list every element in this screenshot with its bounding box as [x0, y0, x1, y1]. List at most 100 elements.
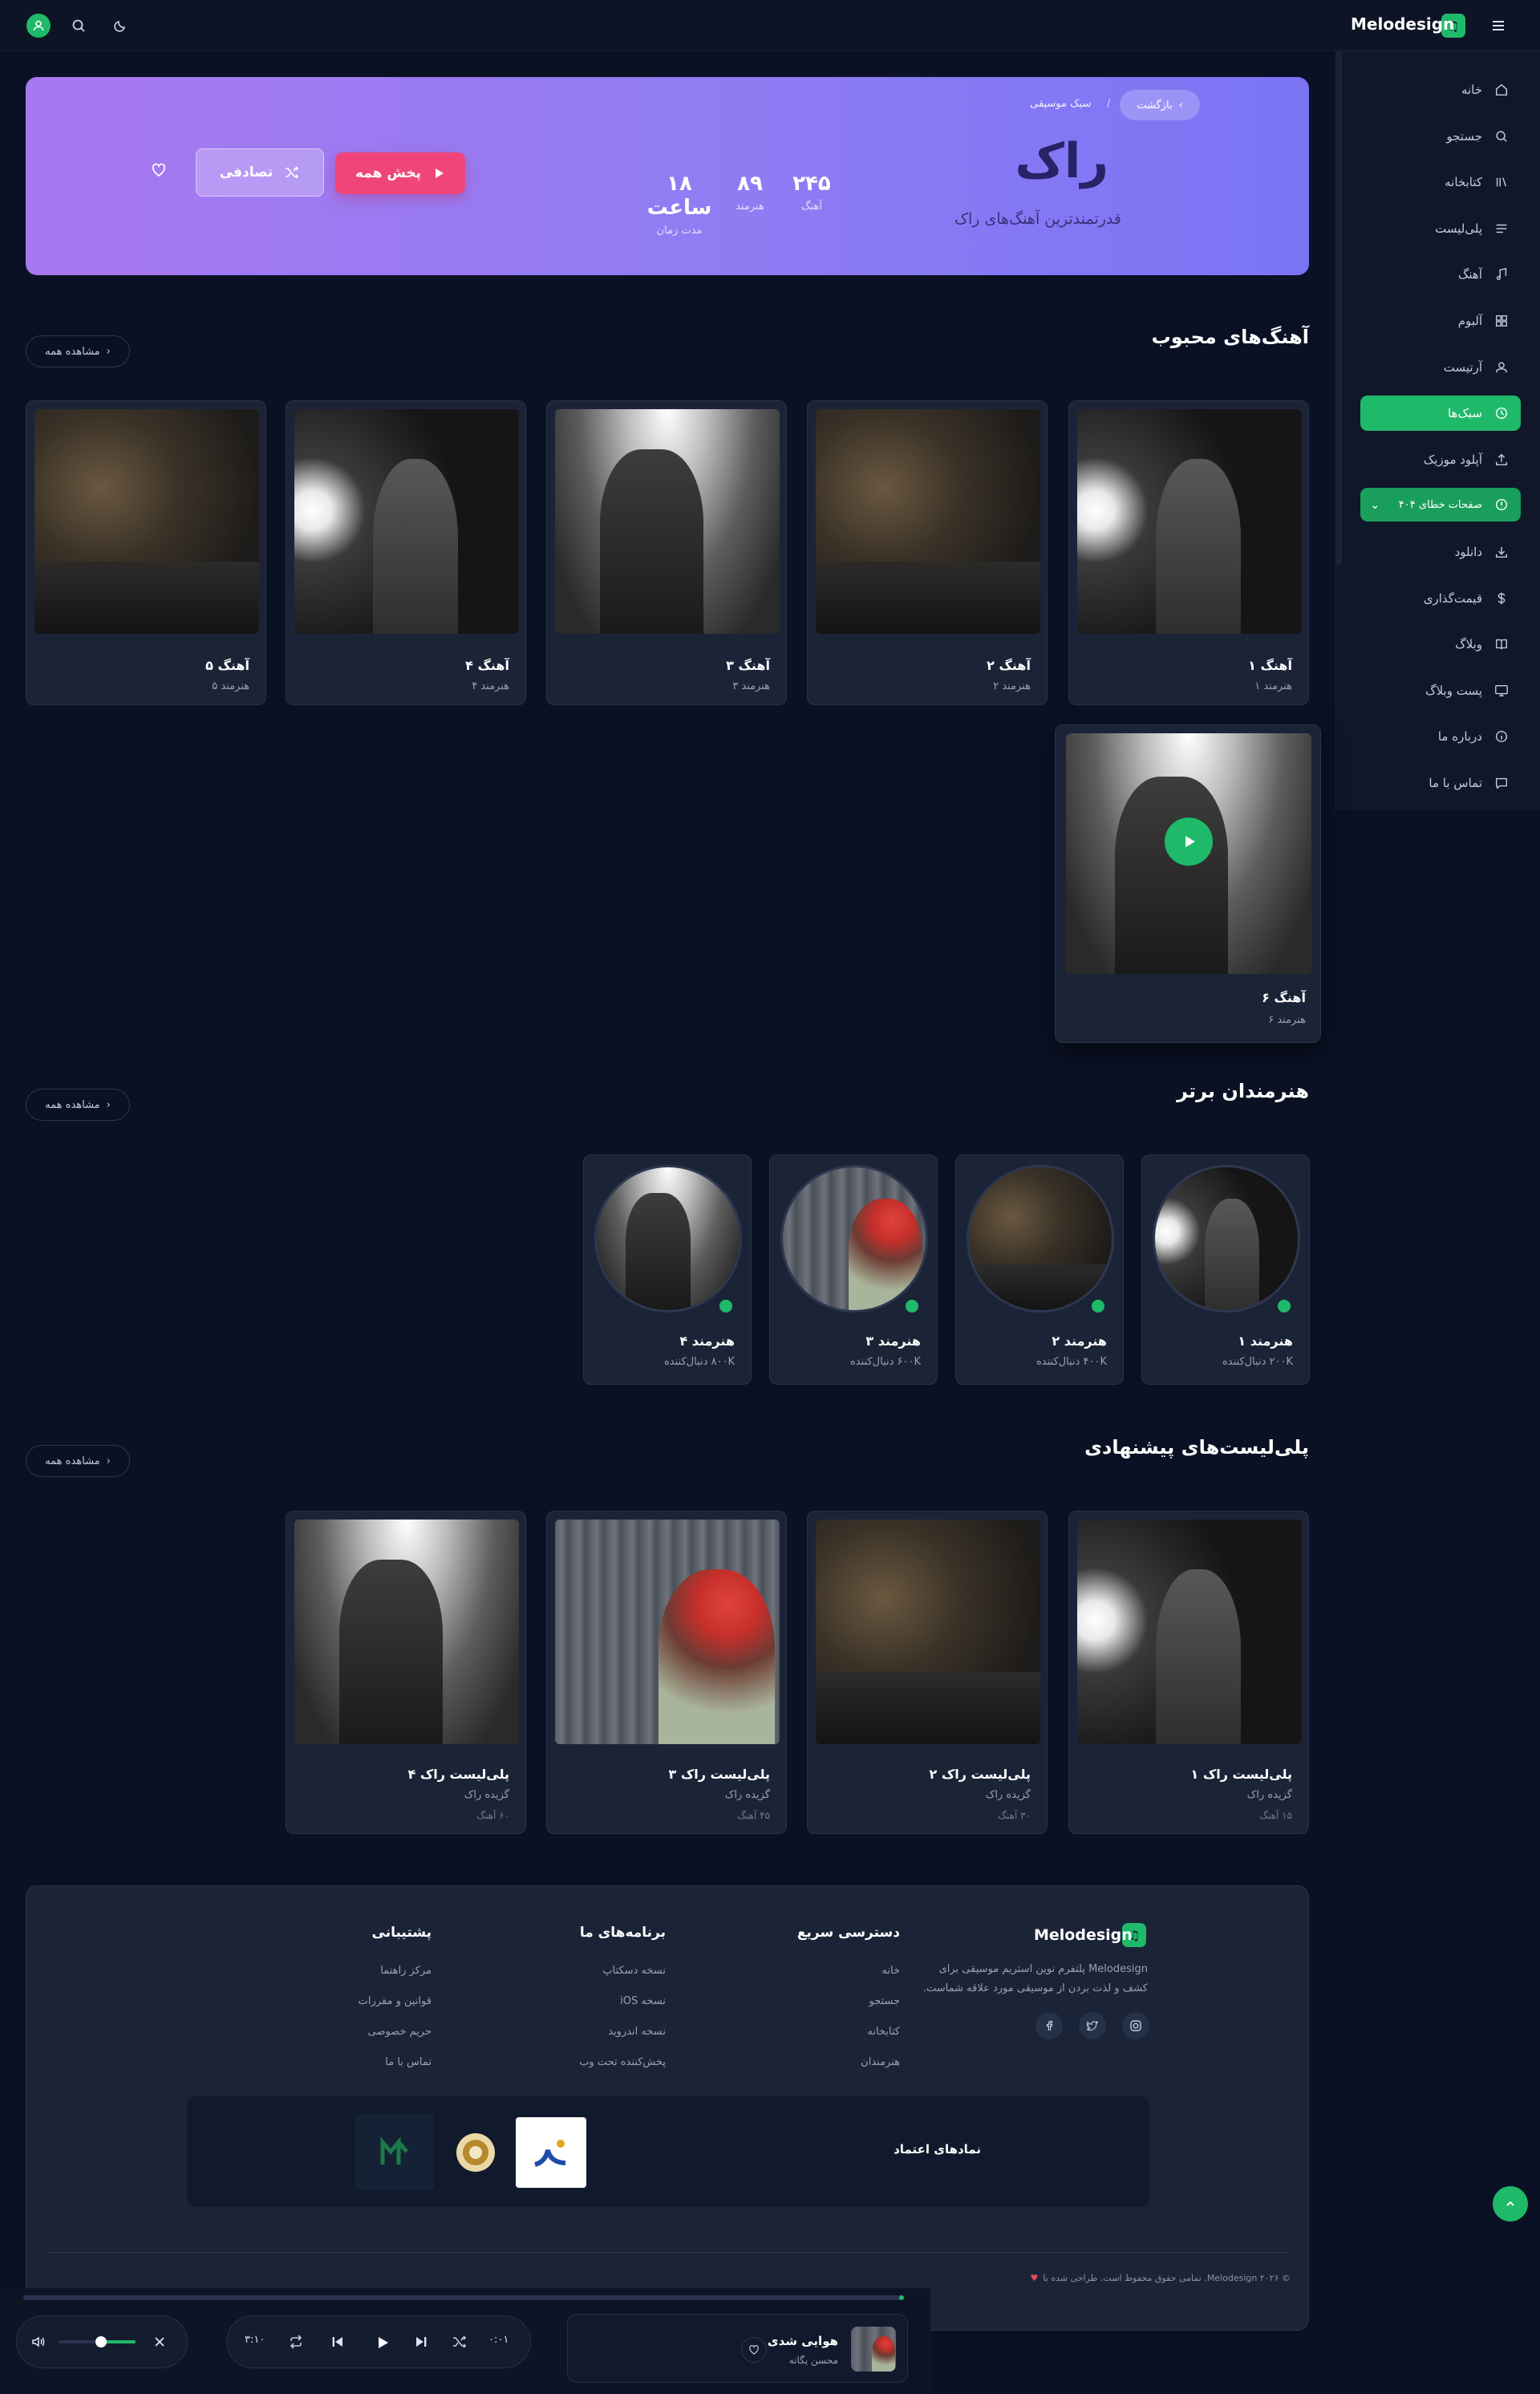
playlist-title[interactable]: پلی‌لیست راک ۴: [408, 1767, 509, 1782]
footer-link[interactable]: نسخه iOS: [620, 1995, 666, 2007]
sidebar-item[interactable]: صفحات خطای ۴۰۴ ⌄: [1360, 488, 1521, 522]
sidebar-item[interactable]: وبلاگ: [1360, 627, 1521, 662]
footer-link[interactable]: مرکز راهنما: [380, 1965, 432, 1977]
artist-avatar[interactable]: [967, 1165, 1114, 1313]
song-title[interactable]: آهنگ ۵: [205, 658, 249, 673]
song-artist[interactable]: هنرمند ۶: [1268, 1014, 1306, 1026]
sidebar-item[interactable]: پلی‌لیست: [1360, 211, 1521, 246]
dark-mode-icon[interactable]: [107, 13, 133, 39]
footer-link[interactable]: پخش‌کننده تحت وب: [579, 2056, 666, 2068]
sidebar-item[interactable]: درباره ما: [1360, 719, 1521, 754]
artist-card[interactable]: هنرمند ۲ ۴۰۰K دنبال‌کننده: [955, 1154, 1124, 1385]
search-icon[interactable]: [66, 13, 91, 39]
song-cover[interactable]: [294, 409, 519, 634]
footer-link[interactable]: خانه: [881, 1965, 900, 1977]
playlist-cover[interactable]: [816, 1520, 1040, 1744]
song-artist[interactable]: هنرمند ۳: [732, 680, 770, 692]
union-badge[interactable]: [355, 2114, 434, 2189]
like-track-icon[interactable]: [741, 2337, 767, 2363]
sidebar-item[interactable]: جستجو: [1360, 119, 1521, 154]
close-icon[interactable]: [153, 2335, 166, 2351]
scroll-top-button[interactable]: [1493, 2186, 1528, 2222]
footer-link[interactable]: هنرمندان: [861, 2056, 900, 2068]
artists-see-all-button[interactable]: ‹ مشاهده همه: [26, 1089, 130, 1121]
volume-slider[interactable]: [59, 2336, 136, 2347]
enamad-badge[interactable]: [516, 2117, 586, 2188]
twitter-icon[interactable]: [1079, 2012, 1106, 2039]
artist-card[interactable]: هنرمند ۴ ۸۰۰K دنبال‌کننده: [583, 1154, 752, 1385]
track-cover[interactable]: [851, 2327, 896, 2372]
back-button[interactable]: › بازگشت: [1120, 90, 1200, 120]
samandehi-badge[interactable]: [445, 2117, 506, 2188]
playlist-title[interactable]: پلی‌لیست راک ۱: [1191, 1767, 1292, 1782]
playlist-title[interactable]: پلی‌لیست راک ۳: [669, 1767, 770, 1782]
artist-avatar[interactable]: [594, 1165, 742, 1313]
artist-name[interactable]: هنرمند ۲: [1052, 1333, 1107, 1349]
playlist-title[interactable]: پلی‌لیست راک ۲: [930, 1767, 1031, 1782]
song-title[interactable]: آهنگ ۳: [726, 658, 770, 673]
footer-link[interactable]: نسخه دسکتاپ: [602, 1965, 666, 1977]
sidebar-item[interactable]: تماس با ما: [1360, 765, 1521, 801]
footer-link[interactable]: نسخه اندروید: [608, 2026, 666, 2038]
instagram-icon[interactable]: [1122, 2012, 1149, 2039]
artist-name[interactable]: هنرمند ۳: [865, 1333, 921, 1349]
shuffle-button[interactable]: تصادفی: [196, 148, 324, 197]
artist-card[interactable]: هنرمند ۳ ۶۰۰K دنبال‌کننده: [769, 1154, 938, 1385]
song-cover[interactable]: [555, 409, 780, 634]
facebook-icon[interactable]: [1035, 2012, 1063, 2039]
player-progress-track[interactable]: [23, 2295, 904, 2300]
popular-see-all-button[interactable]: ‹ مشاهده همه: [26, 335, 130, 367]
menu-icon[interactable]: [1485, 13, 1511, 39]
song-artist[interactable]: هنرمند ۵: [212, 680, 249, 692]
artist-name[interactable]: هنرمند ۱: [1238, 1333, 1293, 1349]
song-cover[interactable]: [34, 409, 259, 634]
footer-link[interactable]: حریم خصوصی: [367, 2026, 432, 2038]
artist-card[interactable]: هنرمند ۱ ۲۰۰K دنبال‌کننده: [1141, 1154, 1310, 1385]
avatar[interactable]: [26, 14, 51, 38]
song-card[interactable]: آهنگ ۳ هنرمند ۳: [546, 400, 787, 705]
play-pause-button[interactable]: [368, 2328, 397, 2357]
song-artist[interactable]: هنرمند ۲: [993, 680, 1031, 692]
playlist-cover[interactable]: [1077, 1520, 1302, 1744]
song-card[interactable]: آهنگ ۲ هنرمند ۲: [807, 400, 1048, 705]
song-title[interactable]: آهنگ ۴: [465, 658, 509, 673]
repeat-icon[interactable]: [288, 2334, 304, 2353]
sidebar-item[interactable]: آپلود موزیک: [1360, 442, 1521, 477]
song-artist[interactable]: هنرمند ۱: [1254, 680, 1292, 692]
playlist-card[interactable]: پلی‌لیست راک ۱ گزیده راک ۱۵ آهنگ: [1068, 1511, 1309, 1834]
song-artist[interactable]: هنرمند ۴: [472, 680, 509, 692]
next-icon[interactable]: [413, 2334, 429, 2353]
playlist-cover[interactable]: [294, 1520, 519, 1744]
play-overlay-button[interactable]: [1165, 818, 1213, 866]
song-cover[interactable]: [816, 409, 1040, 634]
sidebar-item[interactable]: دانلود: [1360, 534, 1521, 570]
playlists-see-all-button[interactable]: ‹ مشاهده همه: [26, 1445, 130, 1477]
playlist-cover[interactable]: [555, 1520, 780, 1744]
playlist-card[interactable]: پلی‌لیست راک ۲ گزیده راک ۳۰ آهنگ: [807, 1511, 1048, 1834]
playlist-card[interactable]: پلی‌لیست راک ۴ گزیده راک ۶۰ آهنگ: [286, 1511, 526, 1834]
sidebar-item[interactable]: خانه: [1360, 72, 1521, 108]
song-title[interactable]: آهنگ ۲: [987, 658, 1031, 673]
artist-name[interactable]: هنرمند ۴: [679, 1333, 735, 1349]
volume-knob[interactable]: [95, 2336, 107, 2347]
song-card[interactable]: آهنگ ۵ هنرمند ۵: [26, 400, 266, 705]
volume-icon[interactable]: [31, 2335, 46, 2352]
playlist-card[interactable]: پلی‌لیست راک ۳ گزیده راک ۴۵ آهنگ: [546, 1511, 787, 1834]
song-cover[interactable]: [1077, 409, 1302, 634]
sidebar-item[interactable]: پست وبلاگ: [1360, 673, 1521, 708]
footer-link[interactable]: کتابخانه: [867, 2026, 900, 2038]
sidebar-item[interactable]: سبک‌ها: [1360, 396, 1521, 432]
previous-icon[interactable]: [330, 2334, 346, 2353]
sidebar-item[interactable]: آلبوم: [1360, 303, 1521, 339]
footer-link[interactable]: جستجو: [869, 1995, 900, 2007]
sidebar-item[interactable]: آرتیست: [1360, 350, 1521, 385]
shuffle-icon[interactable]: [452, 2334, 468, 2353]
scrollbar[interactable]: [1335, 51, 1342, 565]
heart-icon[interactable]: [146, 157, 172, 183]
track-title[interactable]: هوایی شدی: [768, 2334, 838, 2348]
track-artist[interactable]: محسن یگانه: [789, 2355, 838, 2366]
song-card[interactable]: آهنگ ۶ هنرمند ۶: [1055, 724, 1321, 1043]
logo-text[interactable]: Melodesign: [1351, 14, 1454, 34]
footer-link[interactable]: قوانین و مقررات: [359, 1995, 432, 2007]
song-card[interactable]: آهنگ ۱ هنرمند ۱: [1068, 400, 1309, 705]
